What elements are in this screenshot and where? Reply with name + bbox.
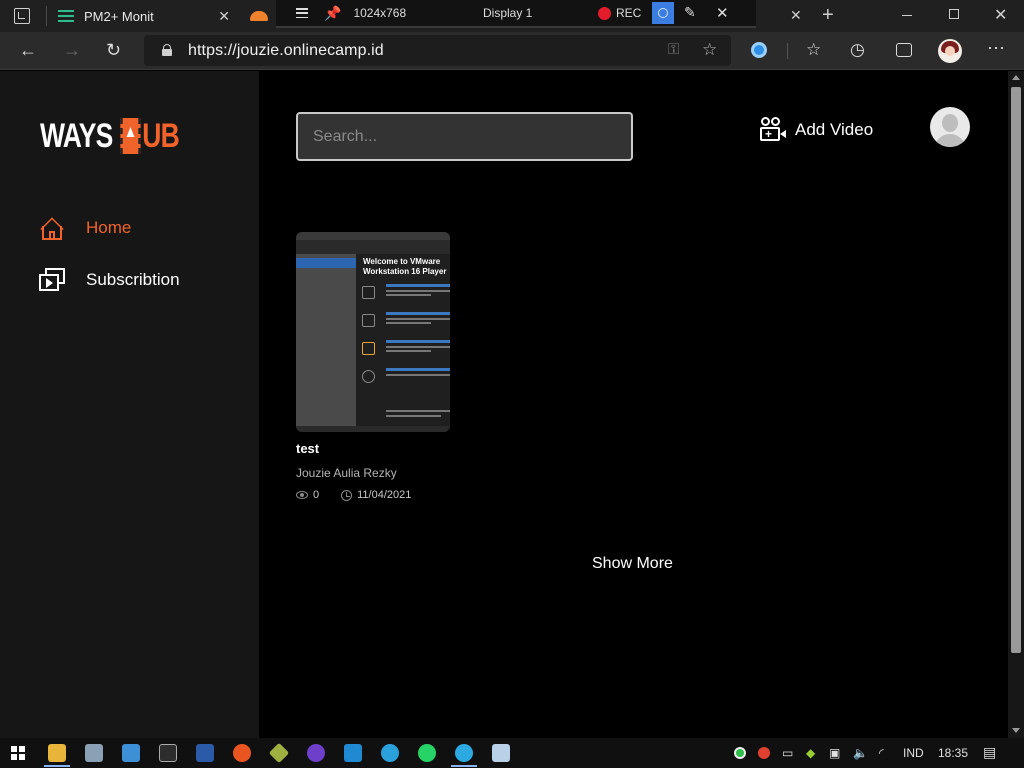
view-count: 0: [313, 489, 320, 501]
lock-icon[interactable]: [162, 44, 172, 56]
restore-icon[interactable]: [949, 9, 959, 19]
show-more-button[interactable]: Show More: [592, 555, 673, 573]
tab-title: PM2+ Monit: [84, 8, 154, 24]
logo-film-icon: [120, 118, 141, 154]
nvidia-icon[interactable]: ◆: [806, 746, 815, 760]
scrollbar-thumb[interactable]: [1011, 87, 1021, 653]
browser-tab-pm2[interactable]: PM2+ Monit ✕: [52, 0, 242, 32]
more-options-icon[interactable]: ⋯: [987, 38, 1006, 59]
browser-tab-active[interactable]: [246, 0, 276, 32]
home-icon: [39, 215, 65, 241]
command-prompt-icon[interactable]: [159, 744, 177, 762]
video-meta: 0 11/04/2021: [296, 489, 411, 501]
menu-icon[interactable]: [296, 8, 308, 18]
edge-icon[interactable]: [455, 744, 473, 762]
video-camera-icon: +: [759, 117, 787, 143]
logo-text-ways: WAYS: [40, 116, 113, 155]
collections-icon[interactable]: [896, 43, 912, 57]
extension-icon[interactable]: [751, 42, 767, 58]
volume-icon[interactable]: 🔈: [853, 746, 868, 760]
file-explorer-icon[interactable]: [48, 744, 66, 762]
sidebar-item-home[interactable]: Home: [39, 215, 131, 241]
wayshub-logo[interactable]: WAYS UB: [40, 116, 180, 155]
camera-icon[interactable]: [652, 2, 674, 24]
telegram-icon[interactable]: [381, 744, 399, 762]
pen-icon[interactable]: ✎: [684, 4, 696, 21]
cloud-favicon-icon: [250, 11, 268, 21]
history-icon[interactable]: ◷: [850, 40, 865, 60]
close-tab-icon[interactable]: ✕: [218, 8, 230, 25]
browser-tab-bar: PM2+ Monit ✕ 📌 1024x768 Display 1 REC ✎ …: [0, 0, 1024, 32]
sidebar-item-subscription[interactable]: Subscribtion: [39, 268, 180, 292]
sidebar-item-label: Subscribtion: [86, 270, 180, 289]
tab-actions-icon[interactable]: [14, 8, 30, 24]
new-tab-icon[interactable]: +: [822, 4, 834, 27]
git-icon[interactable]: [268, 742, 290, 764]
vscode-icon[interactable]: [344, 744, 362, 762]
toolbar-separator: [787, 43, 788, 59]
pm2-favicon-icon: [58, 10, 74, 22]
video-channel[interactable]: Jouzie Aulia Rezky: [296, 466, 397, 480]
battery-icon[interactable]: ▭: [782, 746, 793, 760]
back-icon[interactable]: ←: [19, 40, 37, 60]
sidebar-item-label: Home: [86, 218, 132, 237]
recording-resolution: 1024x768: [353, 6, 407, 20]
close-window-icon[interactable]: ✕: [994, 5, 1007, 25]
forward-icon[interactable]: →: [63, 40, 81, 60]
subscription-icon: [39, 268, 65, 292]
video-title[interactable]: test: [296, 441, 319, 456]
page-scrollbar[interactable]: [1008, 71, 1024, 738]
add-video-label: Add Video: [795, 120, 874, 139]
browser-profile-icon[interactable]: [938, 39, 962, 63]
notifications-icon[interactable]: ▤: [983, 744, 996, 761]
sidebar: WAYS UB Home Subscribtion: [0, 71, 259, 738]
search-input[interactable]: [296, 112, 633, 161]
scroll-down-icon[interactable]: [1012, 728, 1020, 733]
minimize-icon[interactable]: [902, 15, 912, 16]
tray-settings-icon[interactable]: ▣: [829, 746, 840, 760]
user-avatar[interactable]: [930, 107, 970, 147]
history-icon: [341, 489, 353, 501]
page-content: WAYS UB Home Subscribtion + Add Video We…: [0, 71, 1008, 738]
recording-display[interactable]: Display 1: [483, 6, 532, 20]
powershell-icon[interactable]: [196, 744, 214, 762]
scroll-up-icon[interactable]: [1012, 75, 1020, 80]
windows-taskbar: ▭ ◆ ▣ 🔈 ◜ IND 18:35 ▤: [0, 738, 1024, 768]
wifi-icon[interactable]: ◜: [879, 746, 884, 760]
network-app-icon[interactable]: [85, 744, 103, 762]
eye-icon: [296, 491, 308, 499]
close-recorder-icon[interactable]: ✕: [716, 4, 729, 22]
record-dot-icon[interactable]: [598, 7, 611, 20]
language-indicator[interactable]: IND: [903, 746, 924, 760]
reload-icon[interactable]: ↻: [106, 40, 121, 60]
add-favorite-icon[interactable]: ☆: [702, 40, 717, 60]
logo-text-ub: UB: [142, 116, 180, 155]
url-text[interactable]: https://jouzie.onlinecamp.id: [188, 42, 384, 60]
record-label[interactable]: REC: [616, 6, 641, 20]
notepad-icon[interactable]: [492, 744, 510, 762]
thumbnail-heading: Welcome to VMware Workstation 16 Player: [363, 257, 447, 276]
close-tab-icon[interactable]: ✕: [790, 7, 802, 24]
address-bar[interactable]: https://jouzie.onlinecamp.id ⚿ ☆: [144, 35, 731, 66]
ubuntu-icon[interactable]: [233, 744, 251, 762]
whatsapp-icon[interactable]: [418, 744, 436, 762]
remote-desktop-icon[interactable]: [122, 744, 140, 762]
clock[interactable]: 18:35: [938, 746, 968, 760]
github-icon[interactable]: [307, 744, 325, 762]
video-thumbnail[interactable]: Welcome to VMware Workstation 16 Player: [296, 232, 450, 432]
add-video-button[interactable]: + Add Video: [759, 117, 873, 143]
tray-app-icon[interactable]: [734, 747, 746, 759]
pin-icon[interactable]: 📌: [324, 5, 341, 22]
tab-separator: [46, 6, 47, 26]
browser-toolbar: ← → ↻ https://jouzie.onlinecamp.id ⚿ ☆: [0, 32, 1024, 70]
screen-recorder-toolbar: 📌 1024x768 Display 1 REC ✎ ✕: [276, 0, 756, 28]
windows-start-icon[interactable]: [11, 746, 25, 760]
favorites-icon[interactable]: ☆: [806, 40, 821, 60]
upload-date: 11/04/2021: [357, 489, 412, 501]
tray-chrome-icon[interactable]: [758, 747, 770, 759]
key-icon[interactable]: ⚿: [668, 41, 679, 58]
